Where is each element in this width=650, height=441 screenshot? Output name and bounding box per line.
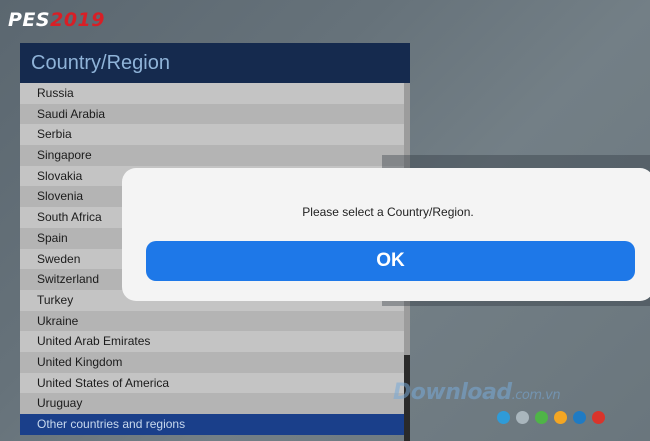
dialog-message: Please select a Country/Region.	[302, 205, 474, 219]
watermark-dot	[592, 411, 605, 424]
download-watermark: Download.com.vn	[393, 380, 561, 405]
watermark-dot	[516, 411, 529, 424]
watermark-main: Download	[393, 380, 512, 405]
country-list-item[interactable]: Russia	[20, 83, 404, 104]
select-region-dialog: Please select a Country/Region. OK	[122, 168, 650, 301]
country-list-item[interactable]: Saudi Arabia	[20, 103, 404, 125]
country-list-item[interactable]: United States of America	[20, 372, 404, 394]
watermark-dot	[554, 411, 567, 424]
country-list-item[interactable]: United Arab Emirates	[20, 331, 404, 352]
watermark-dot	[535, 411, 548, 424]
logo-year-text: 2019	[50, 9, 105, 31]
watermark-suffix: .com.vn	[511, 388, 561, 403]
watermark-dot	[497, 411, 510, 424]
country-list-item[interactable]: Ukraine	[20, 310, 404, 332]
watermark-dot	[573, 411, 586, 424]
country-list-item[interactable]: Serbia	[20, 124, 404, 146]
watermark-dots	[497, 411, 605, 424]
country-list-item[interactable]: United Kingdom	[20, 351, 404, 373]
logo-pes-text: PES	[8, 9, 51, 31]
pes-2019-logo: PES2019	[8, 8, 105, 32]
ok-button[interactable]: OK	[146, 241, 635, 281]
panel-title: Country/Region	[20, 43, 410, 83]
country-list-item[interactable]: Other countries and regions	[20, 414, 404, 435]
country-list-item[interactable]: Singapore	[20, 145, 404, 166]
country-list-item[interactable]: Uruguay	[20, 393, 404, 414]
